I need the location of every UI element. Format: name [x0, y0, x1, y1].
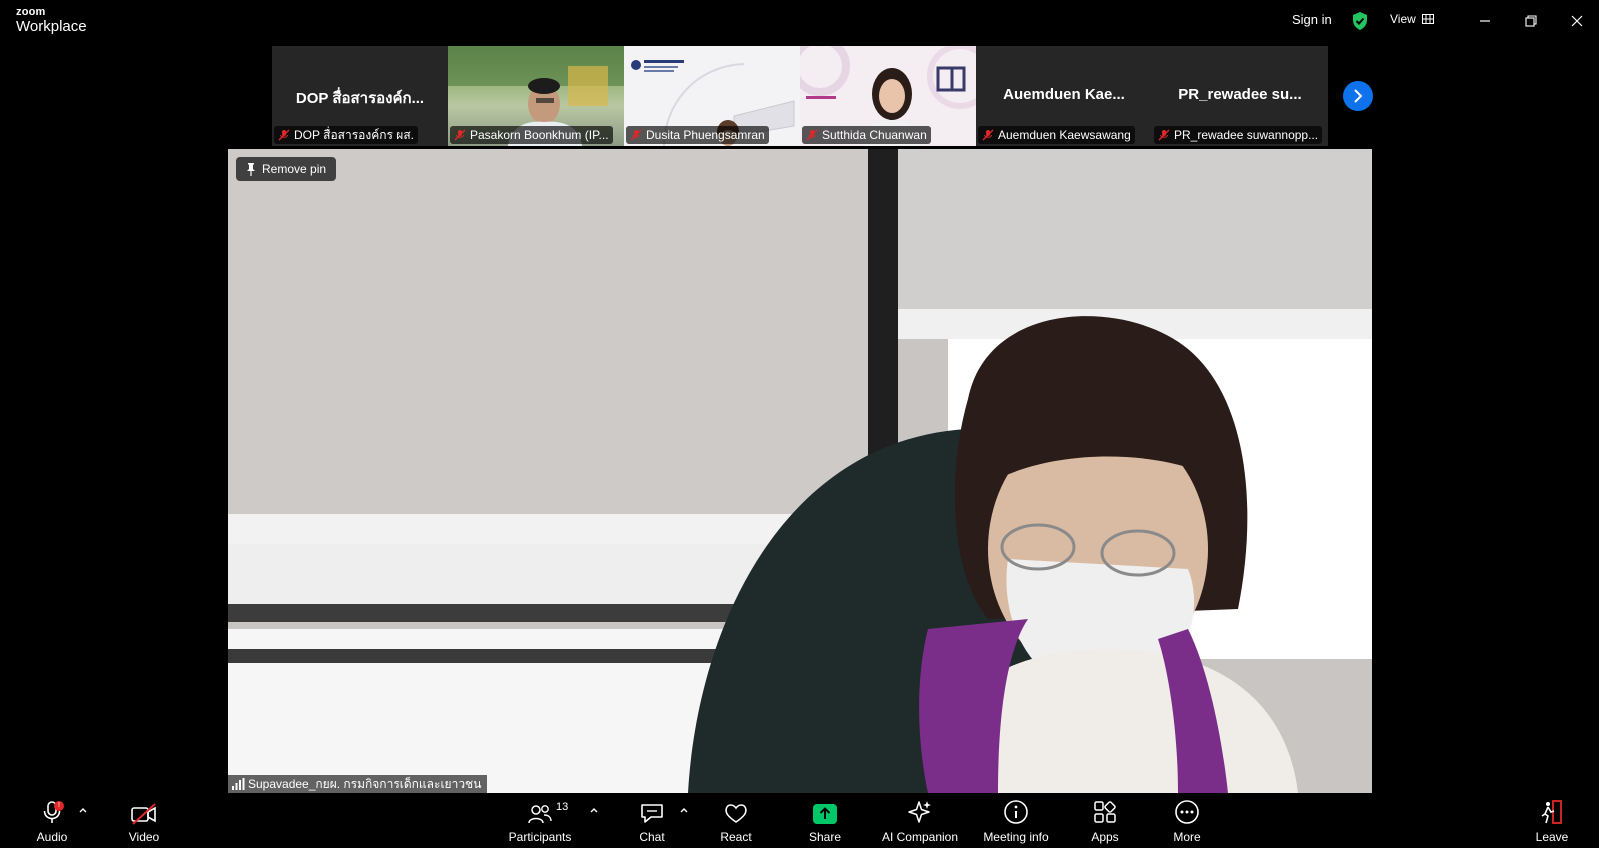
- restore-icon: [1525, 15, 1537, 27]
- pinned-video: Remove pin Supavadee_กยผ. กรมกิจการเด็กแ…: [228, 149, 1372, 793]
- video-off-icon: [131, 803, 156, 825]
- audio-label: Audio: [36, 830, 68, 844]
- participant-thumbnail-strip: DOP สื่อสารองค์ก... DOP สื่อสารองค์กร ผส…: [272, 46, 1328, 146]
- participant-label-text: Auemduen Kaewsawang: [998, 128, 1131, 142]
- close-icon: [1571, 15, 1583, 27]
- share-label: Share: [808, 830, 842, 844]
- participants-icon: [528, 805, 552, 824]
- logo-workplace-text: Workplace: [16, 18, 87, 35]
- grid-view-icon: [1421, 14, 1434, 24]
- participants-label: Participants: [508, 830, 572, 844]
- participant-name-label: Dusita Phuengsamran: [626, 126, 769, 144]
- audio-button[interactable]: Audio !: [32, 793, 72, 848]
- restore-button[interactable]: [1519, 10, 1543, 32]
- video-label: Video: [128, 830, 160, 844]
- participant-label-text: PR_rewadee suwannopp...: [1174, 128, 1319, 142]
- mic-muted-icon: [806, 129, 818, 141]
- ai-sparkle-icon: [908, 801, 931, 823]
- participant-name-label: Pasakorn Boonkhum (IP...: [450, 126, 613, 144]
- active-speaker-name: Supavadee_กยผ. กรมกิจการเด็กและเยาวชน: [248, 777, 482, 791]
- zoom-workplace-logo: zoom Workplace: [16, 6, 87, 35]
- participant-label-text: Pasakorn Boonkhum (IP...: [470, 128, 609, 142]
- heart-icon: [725, 804, 747, 823]
- remove-pin-label: Remove pin: [262, 162, 327, 176]
- audio-alert-badge: !: [54, 801, 64, 811]
- react-label: React: [720, 830, 752, 844]
- active-speaker-label: Supavadee_กยผ. กรมกิจการเด็กและเยาวชน: [228, 775, 488, 793]
- zoom-meeting-window: zoom Workplace Sign in View DOP สื่อสารอ…: [0, 0, 1599, 848]
- share-button[interactable]: Share: [805, 793, 845, 848]
- participants-button[interactable]: Participants 13: [506, 793, 574, 848]
- next-page-button[interactable]: [1343, 81, 1373, 111]
- participant-display-name: Auemduen Kae...: [1003, 86, 1125, 103]
- ai-companion-label: AI Companion: [881, 830, 959, 844]
- meeting-info-button[interactable]: Meeting info: [980, 793, 1052, 848]
- mic-muted-icon: [278, 129, 290, 141]
- leave-door-icon: [1541, 800, 1562, 824]
- participants-count: 13: [556, 801, 569, 813]
- participant-tile[interactable]: Sutthida Chuanwan: [800, 46, 976, 146]
- meeting-toolbar: Audio ! Video Participants 13 Chat React…: [0, 793, 1599, 848]
- meeting-info-label: Meeting info: [983, 830, 1049, 844]
- apps-icon: [1094, 801, 1116, 823]
- participant-name-label: PR_rewadee suwannopp...: [1154, 126, 1323, 144]
- audio-options-caret-icon[interactable]: [78, 805, 88, 815]
- ai-companion-button[interactable]: AI Companion: [880, 793, 960, 848]
- participant-display-name: PR_rewadee su...: [1178, 86, 1302, 103]
- participant-label-text: DOP สื่อสารองค์กร ผส.: [294, 128, 414, 142]
- minimize-button[interactable]: [1473, 10, 1497, 32]
- video-button[interactable]: Video: [124, 793, 164, 848]
- leave-button[interactable]: Leave: [1532, 793, 1572, 848]
- chat-button[interactable]: Chat: [630, 793, 674, 848]
- more-icon: [1175, 800, 1199, 824]
- security-shield-icon[interactable]: [1351, 11, 1369, 31]
- participant-tile[interactable]: Auemduen Kae... Auemduen Kaewsawang: [976, 46, 1152, 146]
- signal-strength-icon: [232, 778, 245, 790]
- chat-icon: [641, 804, 663, 823]
- chat-options-caret-icon[interactable]: [679, 805, 689, 815]
- react-button[interactable]: React: [716, 793, 756, 848]
- info-icon: [1004, 800, 1028, 824]
- participants-options-caret-icon[interactable]: [589, 805, 599, 815]
- mic-muted-icon: [630, 129, 642, 141]
- apps-button[interactable]: Apps: [1085, 793, 1125, 848]
- participant-name-label: Auemduen Kaewsawang: [978, 126, 1135, 144]
- close-button[interactable]: [1565, 10, 1589, 32]
- share-screen-icon: [813, 804, 837, 824]
- chevron-right-icon: [1354, 89, 1363, 103]
- chat-label: Chat: [639, 830, 665, 844]
- view-button[interactable]: View: [1390, 12, 1434, 26]
- participant-label-text: Dusita Phuengsamran: [646, 128, 765, 142]
- leave-label: Leave: [1535, 830, 1569, 844]
- participant-label-text: Sutthida Chuanwan: [822, 128, 927, 142]
- title-bar: zoom Workplace Sign in View: [0, 0, 1599, 44]
- logo-zoom-text: zoom: [16, 6, 46, 18]
- participant-tile[interactable]: Pasakorn Boonkhum (IP...: [448, 46, 624, 146]
- speaker-video-feed: [228, 149, 1372, 793]
- more-label: More: [1173, 830, 1201, 844]
- mic-muted-icon: [982, 129, 994, 141]
- pin-icon: [247, 163, 255, 176]
- participant-tile[interactable]: DOP สื่อสารองค์ก... DOP สื่อสารองค์กร ผส…: [272, 46, 448, 146]
- mic-muted-icon: [1158, 129, 1170, 141]
- participant-name-label: Sutthida Chuanwan: [802, 126, 931, 144]
- participant-tile[interactable]: PR_rewadee su... PR_rewadee suwannopp...: [1152, 46, 1328, 146]
- more-button[interactable]: More: [1167, 793, 1207, 848]
- participant-name-label: DOP สื่อสารองค์กร ผส.: [274, 126, 418, 144]
- sign-in-link[interactable]: Sign in: [1292, 12, 1332, 27]
- participant-display-name: DOP สื่อสารองค์ก...: [295, 90, 425, 107]
- apps-label: Apps: [1091, 830, 1119, 844]
- view-label: View: [1390, 12, 1416, 26]
- minimize-icon: [1480, 20, 1490, 22]
- remove-pin-button[interactable]: Remove pin: [236, 157, 337, 181]
- participant-tile[interactable]: Dusita Phuengsamran: [624, 46, 800, 146]
- mic-muted-icon: [454, 129, 466, 141]
